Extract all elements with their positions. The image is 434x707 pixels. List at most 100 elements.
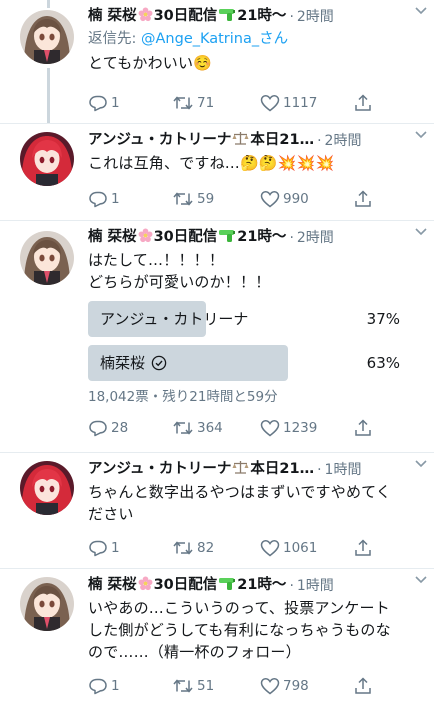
timestamp[interactable]: 2時間	[297, 6, 334, 28]
share-button[interactable]	[354, 188, 375, 210]
share-button[interactable]	[354, 92, 375, 114]
retweet-button[interactable]: 364	[172, 417, 223, 439]
poll-option: アンジュ・カトリーナ 37%	[88, 301, 406, 337]
like-count: 798	[283, 678, 309, 694]
tweet-text: ちゃんと数字出るやつはまずいですやめてく ださい	[88, 483, 392, 523]
separator-dot: ·	[289, 230, 294, 246]
like-button[interactable]: 1239	[260, 417, 317, 439]
separator-dot: ·	[289, 578, 294, 594]
reply-button[interactable]: 1	[88, 675, 120, 697]
like-count: 1239	[283, 420, 318, 436]
author-name[interactable]: アンジュ・カトリーナ 本日21…	[88, 129, 314, 153]
author-name[interactable]: 楠 栞桜 30日配信 21時〜	[88, 226, 286, 250]
chevron-down-icon[interactable]	[414, 227, 428, 237]
water-pistol-icon	[218, 7, 236, 29]
like-button[interactable]: 798	[260, 675, 309, 697]
share-icon	[355, 419, 371, 436]
cherry-blossom-icon	[138, 7, 153, 29]
reply-count: 1	[111, 95, 120, 111]
poll-meta: 18,042票・残り21時間と59分	[88, 389, 278, 405]
reply-to: 返信先: @Ange_Katrina_さん	[88, 31, 289, 47]
timestamp[interactable]: 2時間	[325, 130, 362, 152]
avatar-shiou[interactable]	[20, 231, 74, 285]
retweet-icon	[173, 96, 193, 110]
reply-button[interactable]: 28	[88, 417, 128, 439]
chevron-down-icon[interactable]	[414, 130, 428, 140]
like-count: 1061	[283, 540, 318, 556]
share-icon	[355, 94, 371, 111]
share-button[interactable]	[354, 675, 375, 697]
reply-count: 1	[111, 540, 120, 556]
avatar-ange[interactable]	[20, 461, 74, 515]
poll-option: 楠栞桜 63%	[88, 345, 406, 381]
water-pistol-icon	[218, 576, 236, 598]
reply-icon	[89, 191, 107, 208]
chevron-down-icon[interactable]	[414, 459, 428, 469]
reply-button[interactable]: 1	[88, 92, 120, 114]
reply-icon	[89, 95, 107, 112]
share-icon	[355, 677, 371, 694]
cherry-blossom-icon	[138, 576, 153, 598]
water-pistol-icon	[218, 228, 236, 250]
reply-count: 28	[111, 420, 129, 436]
poll-option-label: 楠栞桜	[100, 345, 167, 381]
timestamp[interactable]: 2時間	[297, 227, 334, 249]
heart-icon	[260, 95, 280, 112]
retweet-button[interactable]: 82	[172, 537, 214, 559]
retweet-button[interactable]: 59	[172, 188, 214, 210]
tweet[interactable]: アンジュ・カトリーナ 本日21… · 2時間 これは互角、ですね…🤔🤔💥💥💥 1 …	[0, 124, 434, 221]
like-count: 990	[283, 191, 309, 207]
like-button[interactable]: 990	[260, 188, 309, 210]
like-button[interactable]: 1117	[260, 92, 317, 114]
tweet[interactable]: アンジュ・カトリーナ 本日21… · 1時間 ちゃんと数字出るやつはまずいですやめ…	[0, 453, 434, 569]
avatar-shiou[interactable]	[20, 10, 74, 64]
reply-count: 1	[111, 191, 120, 207]
poll-option-percent: 37%	[366, 310, 400, 328]
reply-icon	[89, 678, 107, 695]
share-button[interactable]	[354, 417, 375, 439]
retweet-icon	[173, 192, 193, 206]
cherry-blossom-icon	[138, 228, 153, 250]
retweet-count: 71	[197, 95, 215, 111]
chevron-down-icon[interactable]	[414, 575, 428, 585]
poll-option-label: アンジュ・カトリーナ	[100, 310, 249, 328]
avatar-ange[interactable]	[20, 132, 74, 186]
like-button[interactable]: 1061	[260, 537, 317, 559]
tweet-text: いやあの…こういうのって、投票アンケート した側がどうしても有利になっちゃうもの…	[88, 599, 391, 661]
reply-button[interactable]: 1	[88, 188, 120, 210]
reply-count: 1	[111, 678, 120, 694]
reply-button[interactable]: 1	[88, 537, 120, 559]
tweet[interactable]: 楠 栞桜 30日配信 21時〜 · 1時間 いやあの…こういうのって、投票アンケート…	[0, 569, 434, 707]
timestamp[interactable]: 1時間	[297, 575, 334, 597]
reply-handle-link[interactable]: @Ange_Katrina_さん	[141, 31, 288, 47]
chevron-down-icon[interactable]	[414, 6, 428, 16]
retweet-icon	[173, 541, 193, 555]
reply-icon	[89, 540, 107, 557]
author-name[interactable]: 楠 栞桜 30日配信 21時〜	[88, 574, 286, 598]
reply-icon	[89, 420, 107, 437]
retweet-count: 82	[197, 540, 215, 556]
check-circle-icon	[151, 355, 167, 371]
tweet-text: はたして…！！！！ どちらが可愛いのか！！！	[88, 251, 271, 291]
scales-icon	[232, 131, 249, 153]
separator-dot: ·	[317, 133, 322, 149]
tweet[interactable]: 楠 栞桜 30日配信 21時〜 · 2時間 はたして…！！！！ どちらが可愛いのか！…	[0, 221, 434, 453]
share-icon	[355, 539, 371, 556]
heart-icon	[260, 191, 280, 208]
heart-icon	[260, 540, 280, 557]
author-name[interactable]: 楠 栞桜 30日配信 21時〜	[88, 5, 286, 29]
avatar-shiou[interactable]	[20, 577, 74, 631]
tweet[interactable]: 楠 栞桜 30日配信 21時〜 · 2時間 返信先: @Ange_Katrina_さ…	[0, 0, 434, 124]
retweet-button[interactable]: 51	[172, 675, 214, 697]
author-name[interactable]: アンジュ・カトリーナ 本日21…	[88, 458, 314, 482]
tweet-text: とてもかわいい☺️	[88, 54, 213, 72]
like-count: 1117	[283, 95, 318, 111]
separator-dot: ·	[289, 9, 294, 25]
share-icon	[355, 190, 371, 207]
timestamp[interactable]: 1時間	[325, 459, 362, 481]
heart-icon	[260, 420, 280, 437]
heart-icon	[260, 678, 280, 695]
retweet-count: 364	[197, 420, 223, 436]
share-button[interactable]	[354, 537, 375, 559]
retweet-button[interactable]: 71	[172, 92, 214, 114]
